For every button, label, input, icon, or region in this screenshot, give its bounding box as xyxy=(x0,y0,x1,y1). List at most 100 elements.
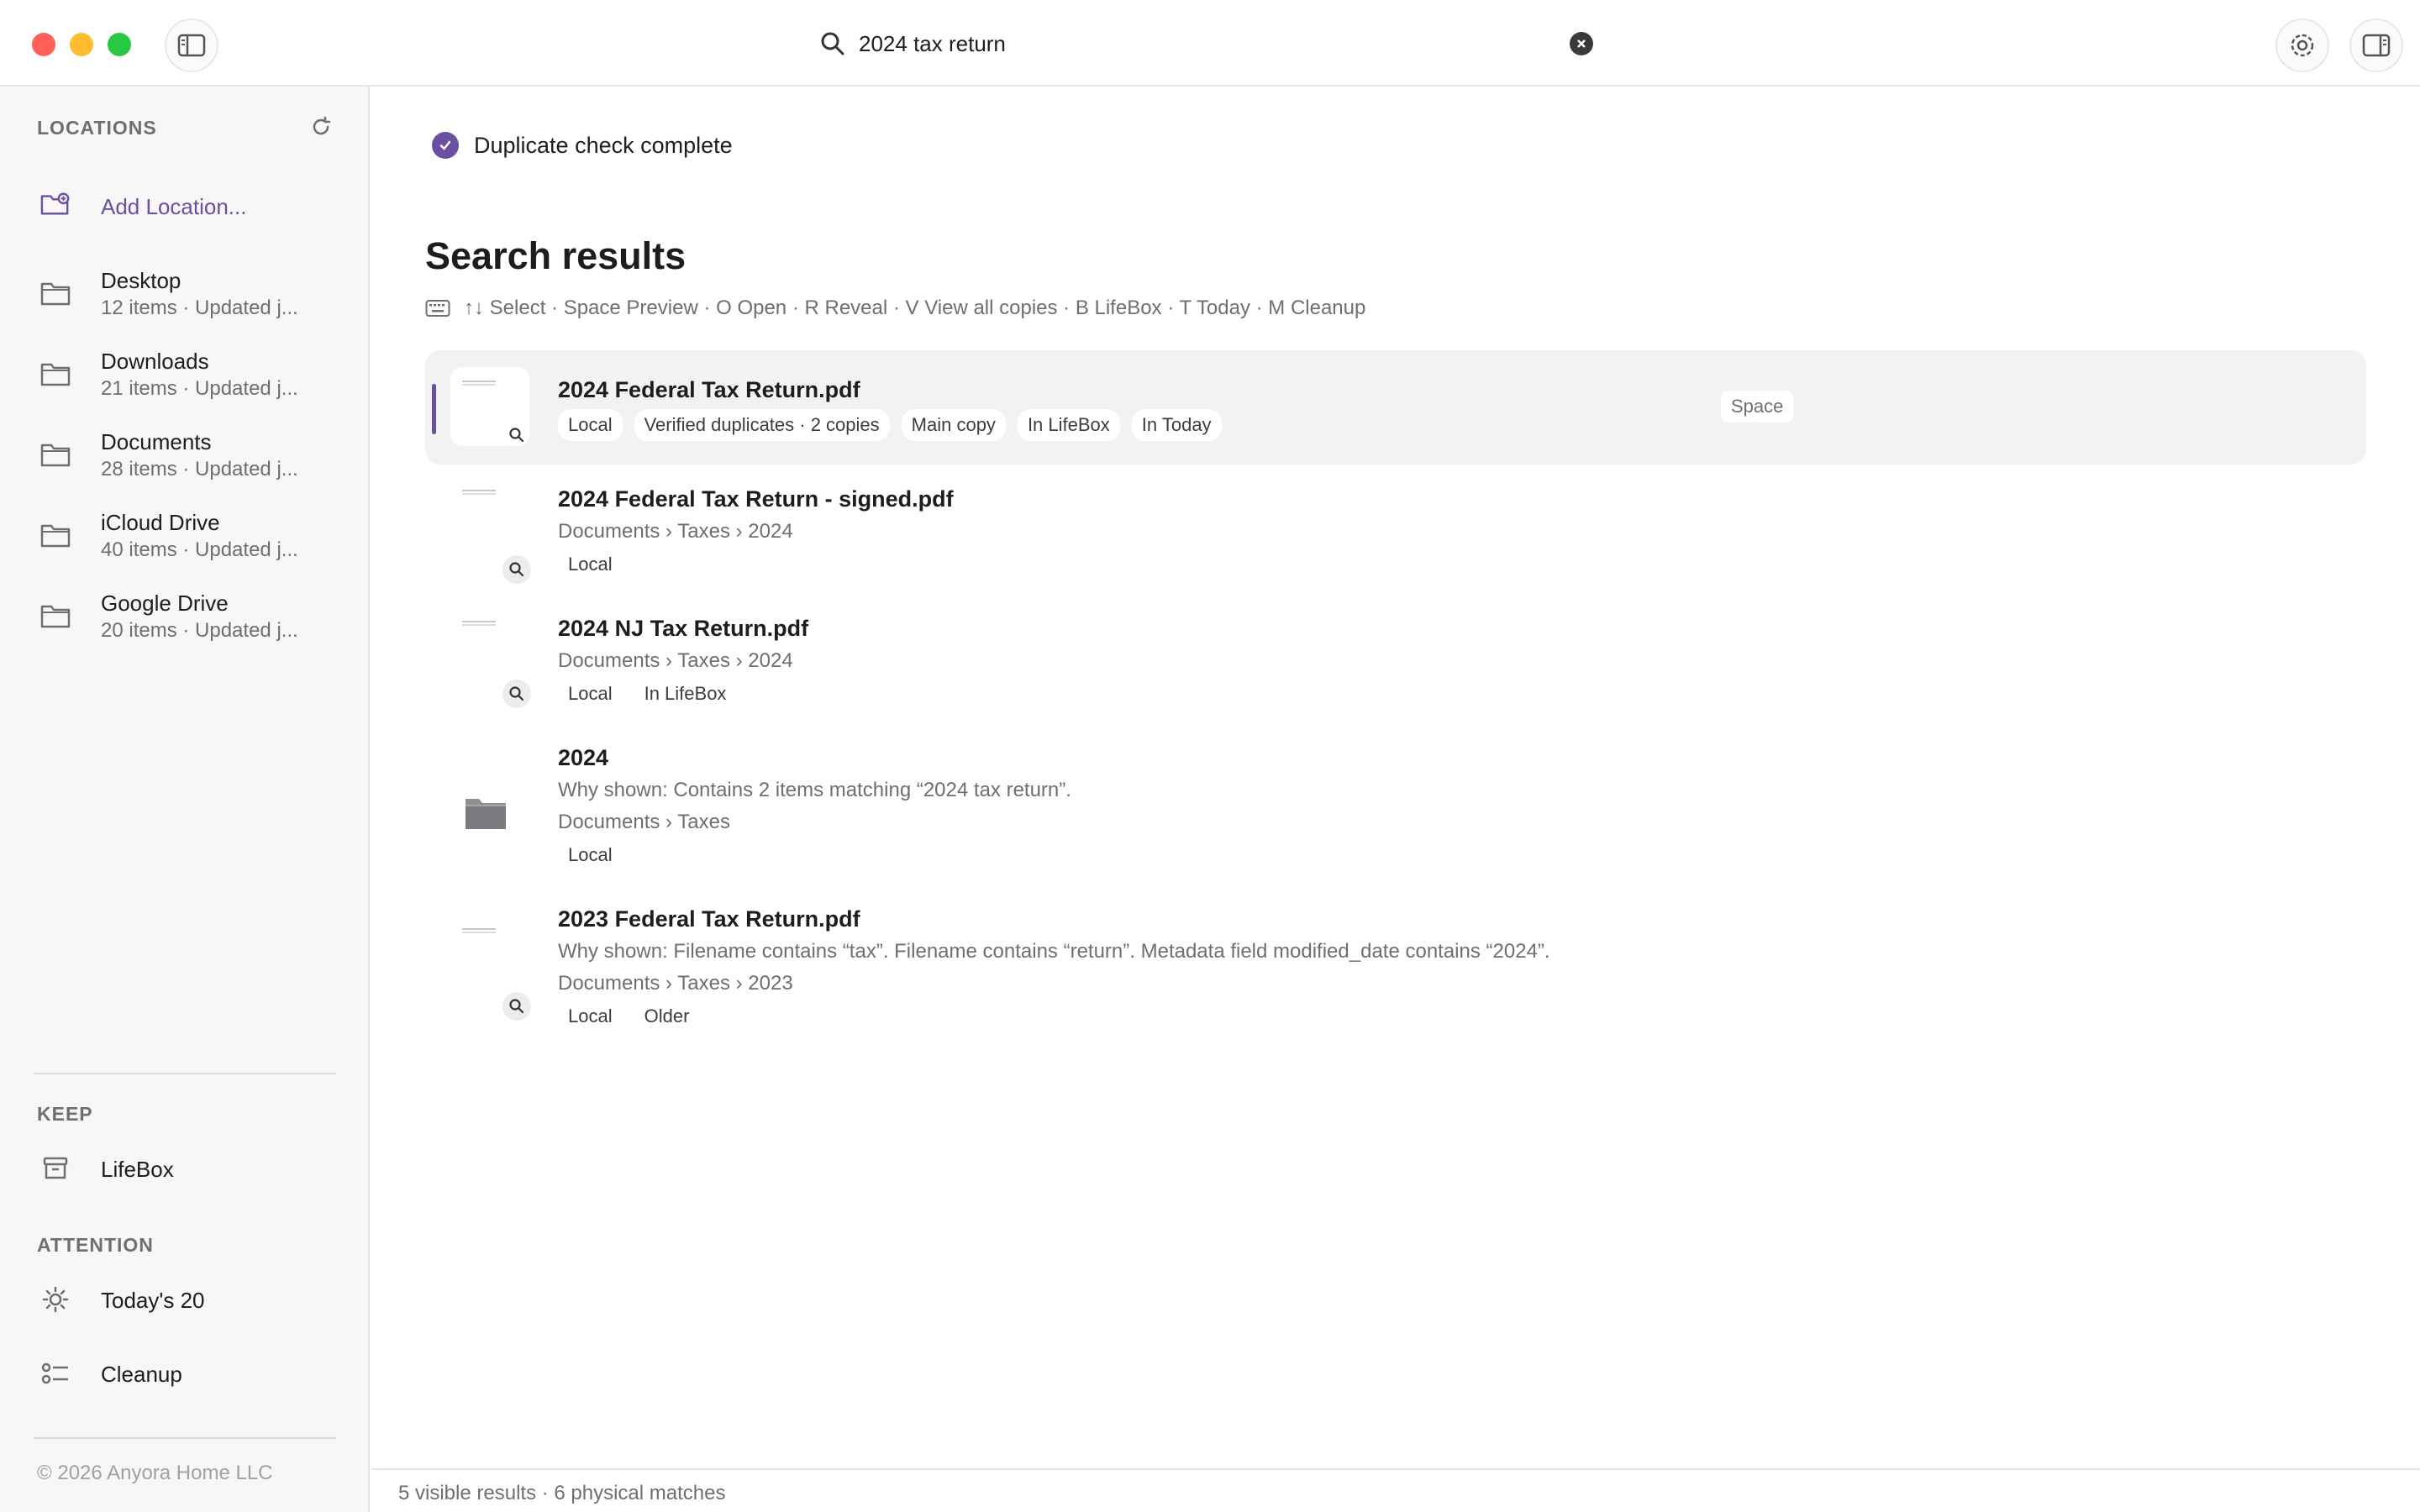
keyboard-icon xyxy=(425,300,450,317)
result-path: Documents › Taxes xyxy=(558,811,730,833)
locations-heading: LOCATIONS xyxy=(37,117,157,139)
toggle-inspector-button[interactable] xyxy=(2349,18,2403,72)
close-icon xyxy=(1577,39,1586,48)
sidebar: LOCATIONS Add Location... Desktop 12 ite… xyxy=(0,87,370,1512)
result-title[interactable]: 2024 NJ Tax Return.pdf xyxy=(558,616,808,642)
location-name: iCloud Drive xyxy=(101,510,220,535)
result-title[interactable]: 2024 Federal Tax Return.pdf xyxy=(558,377,860,403)
sidebar-item-icloud-drive[interactable]: iCloud Drive 40 items · Updated j... xyxy=(0,505,370,569)
clear-search-button[interactable] xyxy=(1570,32,1593,55)
tag: Older xyxy=(644,1005,690,1026)
folder-icon xyxy=(40,278,71,308)
result-why: Why shown: Contains 2 items matching “20… xyxy=(558,779,1071,801)
magnifier-icon xyxy=(509,686,524,701)
location-meta: 21 items · Updated j... xyxy=(101,377,298,400)
file-thumbnail xyxy=(450,898,529,977)
location-name: Documents xyxy=(101,429,212,454)
lifebox-label: LifeBox xyxy=(101,1157,174,1182)
add-location-item[interactable]: Add Location... xyxy=(0,186,370,228)
location-name: Desktop xyxy=(101,268,182,293)
search-input[interactable]: 2024 tax return xyxy=(859,31,1006,57)
tag: Local xyxy=(568,844,613,865)
minimize-window-button[interactable] xyxy=(70,33,93,56)
preview-button[interactable] xyxy=(502,992,531,1021)
result-row-nj[interactable]: 2024 NJ Tax Return.pdf Documents › Taxes… xyxy=(425,607,2366,728)
archive-icon xyxy=(40,1153,71,1184)
folder-icon xyxy=(466,799,506,829)
status-banner: Duplicate check complete xyxy=(432,132,733,159)
result-title[interactable]: 2024 xyxy=(558,745,608,771)
add-location-label: Add Location... xyxy=(101,194,247,219)
folder-icon xyxy=(40,359,71,389)
shortcut-hints: ↑↓ Select · Space Preview · O Open · R R… xyxy=(425,297,1365,320)
status-bar: 5 visible results · 6 physical matches xyxy=(371,1468,2420,1512)
result-tags: Local In LifeBox xyxy=(558,678,736,710)
refresh-icon xyxy=(313,116,331,135)
folder-add-icon xyxy=(40,189,71,219)
tag: Verified duplicates · 2 copies xyxy=(634,409,890,441)
magnifier-icon xyxy=(509,999,524,1014)
sidebar-item-downloads[interactable]: Downloads 21 items · Updated j... xyxy=(0,344,370,407)
location-meta: 28 items · Updated j... xyxy=(101,458,298,480)
folder-icon xyxy=(40,601,71,631)
preview-button[interactable] xyxy=(502,421,531,449)
sidebar-icon xyxy=(177,34,206,57)
tag: Main copy xyxy=(901,409,1006,441)
preview-button[interactable] xyxy=(502,680,531,708)
result-row[interactable]: 2024 Federal Tax Return.pdf Local Verifi… xyxy=(425,350,2366,465)
sidebar-item-google-drive[interactable]: Google Drive 20 items · Updated j... xyxy=(0,585,370,649)
refresh-locations-button[interactable] xyxy=(309,115,333,143)
toggle-sidebar-button[interactable] xyxy=(165,18,218,72)
result-title[interactable]: 2023 Federal Tax Return.pdf xyxy=(558,906,860,932)
tag: Local xyxy=(568,554,613,575)
sidebar-item-lifebox[interactable]: LifeBox xyxy=(0,1148,370,1190)
location-meta: 12 items · Updated j... xyxy=(101,297,298,319)
tag: In LifeBox xyxy=(1017,409,1120,441)
sun-icon xyxy=(40,1284,71,1315)
checkmark-icon xyxy=(432,132,459,159)
result-row-signed[interactable]: 2024 Federal Tax Return - signed.pdf Doc… xyxy=(425,476,2366,597)
shortcut-hints-text: ↑↓ Select · Space Preview · O Open · R R… xyxy=(464,297,1366,319)
copyright: © 2026 Anyora Home LLC xyxy=(37,1462,273,1484)
tag: Local xyxy=(558,409,623,441)
result-tags: Local xyxy=(558,839,623,871)
result-why: Why shown: Filename contains “tax”. File… xyxy=(558,940,1550,963)
search-field[interactable]: 2024 tax return xyxy=(820,25,1600,62)
sidebar-divider xyxy=(34,1437,336,1439)
sidebar-item-cleanup[interactable]: Cleanup xyxy=(0,1353,370,1395)
zoom-window-button[interactable] xyxy=(108,33,131,56)
todays-20-label: Today's 20 xyxy=(101,1288,205,1313)
selection-indicator xyxy=(432,384,436,434)
close-window-button[interactable] xyxy=(32,33,55,56)
result-row-folder[interactable]: 2024 Why shown: Contains 2 items matchin… xyxy=(425,737,2366,896)
page-title: Search results xyxy=(425,234,687,277)
gear-icon xyxy=(2291,34,2314,57)
settings-button[interactable] xyxy=(2275,18,2329,72)
result-path: Documents › Taxes › 2023 xyxy=(558,972,793,995)
search-icon xyxy=(821,32,844,55)
result-tags: Local Verified duplicates · 2 copies Mai… xyxy=(558,409,1222,441)
status-text: Duplicate check complete xyxy=(474,132,733,158)
location-name: Google Drive xyxy=(101,591,229,616)
title-bar: 2024 tax return xyxy=(0,0,2420,87)
folder-icon xyxy=(40,439,71,470)
tag: In Today xyxy=(1131,409,1222,441)
sidebar-item-todays-20[interactable]: Today's 20 xyxy=(0,1279,370,1321)
file-thumbnail xyxy=(450,607,529,686)
result-path: Documents › Taxes › 2024 xyxy=(558,520,793,543)
location-meta: 40 items · Updated j... xyxy=(101,538,298,561)
location-meta: 20 items · Updated j... xyxy=(101,619,298,642)
sidebar-item-documents[interactable]: Documents 28 items · Updated j... xyxy=(0,424,370,488)
result-title[interactable]: 2024 Federal Tax Return - signed.pdf xyxy=(558,486,954,512)
sidebar-item-desktop[interactable]: Desktop 12 items · Updated j... xyxy=(0,263,370,327)
results-summary: 5 visible results · 6 physical matches xyxy=(398,1482,726,1504)
attention-heading: ATTENTION xyxy=(37,1234,154,1256)
checklist-icon xyxy=(40,1358,71,1389)
folder-icon xyxy=(40,520,71,550)
keep-heading: KEEP xyxy=(37,1103,93,1125)
result-row-2023[interactable]: 2023 Federal Tax Return.pdf Why shown: F… xyxy=(425,898,2366,1058)
result-tags: Local xyxy=(558,549,623,580)
cleanup-label: Cleanup xyxy=(101,1362,182,1387)
location-name: Downloads xyxy=(101,349,209,374)
tag: In LifeBox xyxy=(644,683,727,704)
